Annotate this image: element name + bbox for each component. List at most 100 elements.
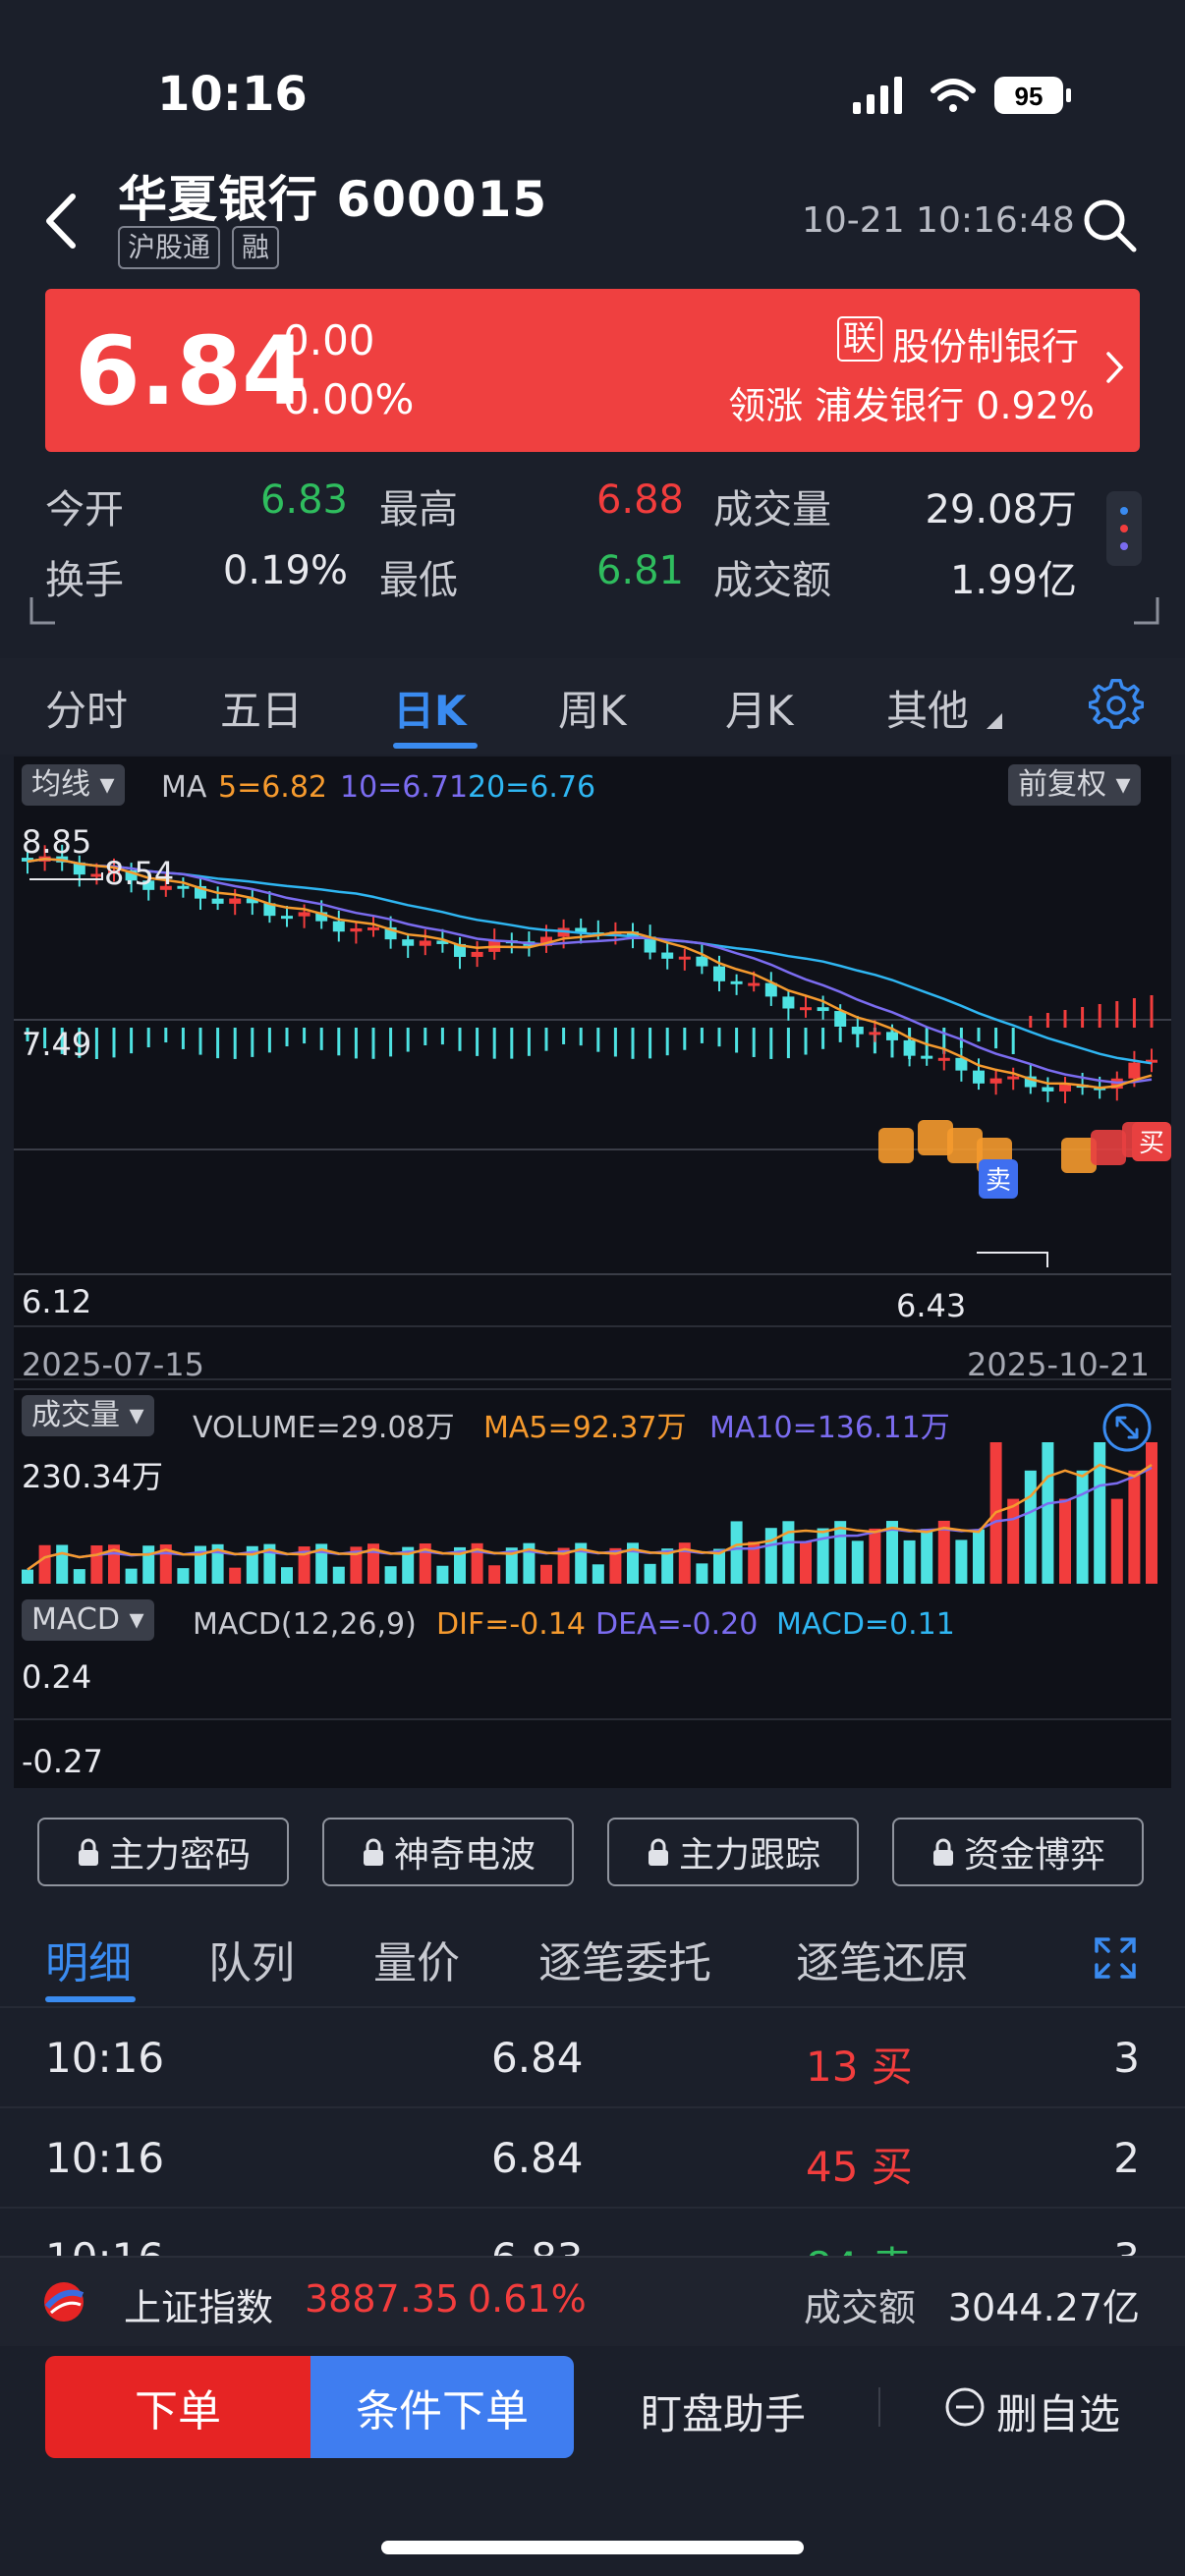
candlesticks <box>22 844 1157 1103</box>
volume-bar <box>1076 1470 1089 1584</box>
axis-price-top: 8.85 <box>22 823 92 861</box>
index-amount-value: 3044.27亿 <box>947 2286 1140 2329</box>
remove-watchlist-button[interactable]: 删自选 <box>996 2381 1120 2441</box>
candle-body <box>90 873 103 877</box>
volume-bar <box>73 1569 85 1584</box>
volume-bar <box>229 1567 242 1584</box>
conditional-order-button[interactable]: 条件下单 <box>310 2356 574 2458</box>
lock-icon <box>78 1838 98 1866</box>
kline-chart[interactable]: 卖买 <box>14 756 1171 1788</box>
gear-icon[interactable] <box>1089 678 1144 733</box>
trade-volume: 13 买 <box>806 2043 913 2091</box>
sector-name[interactable]: 股份制银行 <box>892 316 1079 370</box>
low-value: 6.81 <box>595 548 684 593</box>
volume-bar <box>1024 1470 1037 1584</box>
candle-body <box>332 921 345 932</box>
candle-body <box>661 952 674 959</box>
adjust-selector[interactable]: 前复权 ▾ <box>1008 764 1141 806</box>
back-arrow-icon[interactable] <box>37 187 86 255</box>
candle-body <box>1059 1085 1071 1092</box>
minus-circle-icon[interactable] <box>943 2385 987 2429</box>
trade-time: 10:16 <box>45 2034 165 2082</box>
watch-assistant-button[interactable]: 盯盘助手 <box>641 2381 806 2441</box>
tab-tick-orders[interactable]: 逐笔委托 <box>538 1928 711 1990</box>
volume-bar <box>177 1568 190 1584</box>
expand-corners-icon[interactable] <box>29 595 1159 629</box>
volume-selector-label: 成交量 <box>31 1398 120 1432</box>
lock-icon <box>363 1838 383 1866</box>
ma-selector[interactable]: 均线 ▾ <box>22 764 125 806</box>
price-banner[interactable]: 6.84 0.00 0.00% 联 股份制银行 领涨 浦发银行 0.92% <box>45 289 1140 452</box>
high-marker-label: 8.54 <box>104 855 175 892</box>
macd-selector[interactable]: MACD ▾ <box>22 1599 154 1641</box>
volume-selector[interactable]: 成交量 ▾ <box>22 1395 154 1436</box>
index-value: 3887.35 <box>305 2277 460 2321</box>
more-dots-icon[interactable] <box>1106 491 1142 566</box>
candle-body <box>471 951 483 957</box>
tab-queue[interactable]: 队列 <box>208 1928 295 1990</box>
tab-tick-replay[interactable]: 逐笔还原 <box>796 1928 969 1990</box>
candle-body <box>402 939 415 946</box>
trade-signals: 卖买 <box>878 1120 1171 1199</box>
search-icon[interactable] <box>1081 196 1138 253</box>
volume-bar <box>782 1521 795 1584</box>
volume-bar <box>488 1565 501 1584</box>
current-price: 6.84 <box>75 316 308 426</box>
trade-volume: 45 买 <box>806 2143 913 2191</box>
status-icons: 95 <box>853 77 1071 114</box>
tab-five-day[interactable]: 五日 <box>220 678 303 738</box>
volume-bar <box>1059 1498 1071 1584</box>
candle-body <box>177 885 190 889</box>
volume-axis-max: 230.34万 <box>22 1458 163 1495</box>
candle-body <box>298 912 310 917</box>
candle-body <box>1128 1062 1141 1079</box>
tab-detail[interactable]: 明细 <box>45 1928 132 1990</box>
feature-main-tracking-button[interactable]: 主力跟踪 <box>607 1818 859 1886</box>
tab-intraday[interactable]: 分时 <box>45 678 128 738</box>
volume-bar <box>869 1528 881 1584</box>
candle-body <box>748 982 761 986</box>
lock-icon <box>648 1838 668 1866</box>
fullscreen-toggle-icon[interactable] <box>1100 1401 1154 1454</box>
volume-bar <box>56 1544 69 1584</box>
buy-signal-text: 买 <box>1139 1129 1164 1158</box>
active-detail-indicator <box>45 1996 136 2002</box>
tab-volume-price[interactable]: 量价 <box>373 1928 460 1990</box>
volume-bar <box>90 1544 103 1584</box>
candle-body <box>973 1070 985 1084</box>
trade-row: 10:16 6.84 45 买 2 <box>0 2106 1185 2207</box>
candle-body <box>782 996 795 1009</box>
status-time: 10:16 <box>157 67 308 122</box>
home-indicator <box>381 2541 804 2554</box>
feature-main-password-button[interactable]: 主力密码 <box>37 1818 289 1886</box>
volume-bars <box>22 1442 1157 1584</box>
price-change-pct: 0.00% <box>283 375 415 423</box>
tab-monthly-k[interactable]: 月K <box>725 678 794 738</box>
trade-price: 6.84 <box>491 2034 584 2082</box>
battery-level: 95 <box>1015 82 1044 111</box>
expand-icon[interactable] <box>1091 1933 1140 1983</box>
tab-weekly-k[interactable]: 周K <box>558 678 627 738</box>
feature-magic-wave-button[interactable]: 神奇电波 <box>322 1818 574 1886</box>
signal-badge <box>1091 1130 1126 1165</box>
volume-bar <box>384 1566 397 1584</box>
volume-bar <box>1042 1442 1054 1584</box>
chevron-right-icon[interactable] <box>1104 348 1126 387</box>
dea-value: DEA=-0.20 <box>595 1607 759 1642</box>
volume-bar <box>125 1568 138 1584</box>
volume-bar <box>921 1529 933 1584</box>
tab-daily-k[interactable]: 日K <box>393 678 467 738</box>
feature-capital-game-button[interactable]: 资金博弈 <box>892 1818 1144 1886</box>
sector-leader: 领涨 浦发银行 0.92% <box>728 384 1095 427</box>
trade-price: 6.84 <box>491 2134 584 2182</box>
volume-bar <box>22 1569 33 1584</box>
lock-icon <box>932 1838 953 1866</box>
action-divider <box>878 2387 880 2427</box>
wifi-icon <box>931 79 976 112</box>
order-button[interactable]: 下单 <box>45 2356 310 2458</box>
tab-other[interactable]: 其他 <box>886 678 969 738</box>
index-amount-label: 成交额 <box>804 2286 917 2329</box>
feature-label: 主力密码 <box>108 1835 251 1876</box>
trade-time: 10:16 <box>45 2134 165 2182</box>
date-start: 2025-07-15 <box>22 1346 204 1383</box>
